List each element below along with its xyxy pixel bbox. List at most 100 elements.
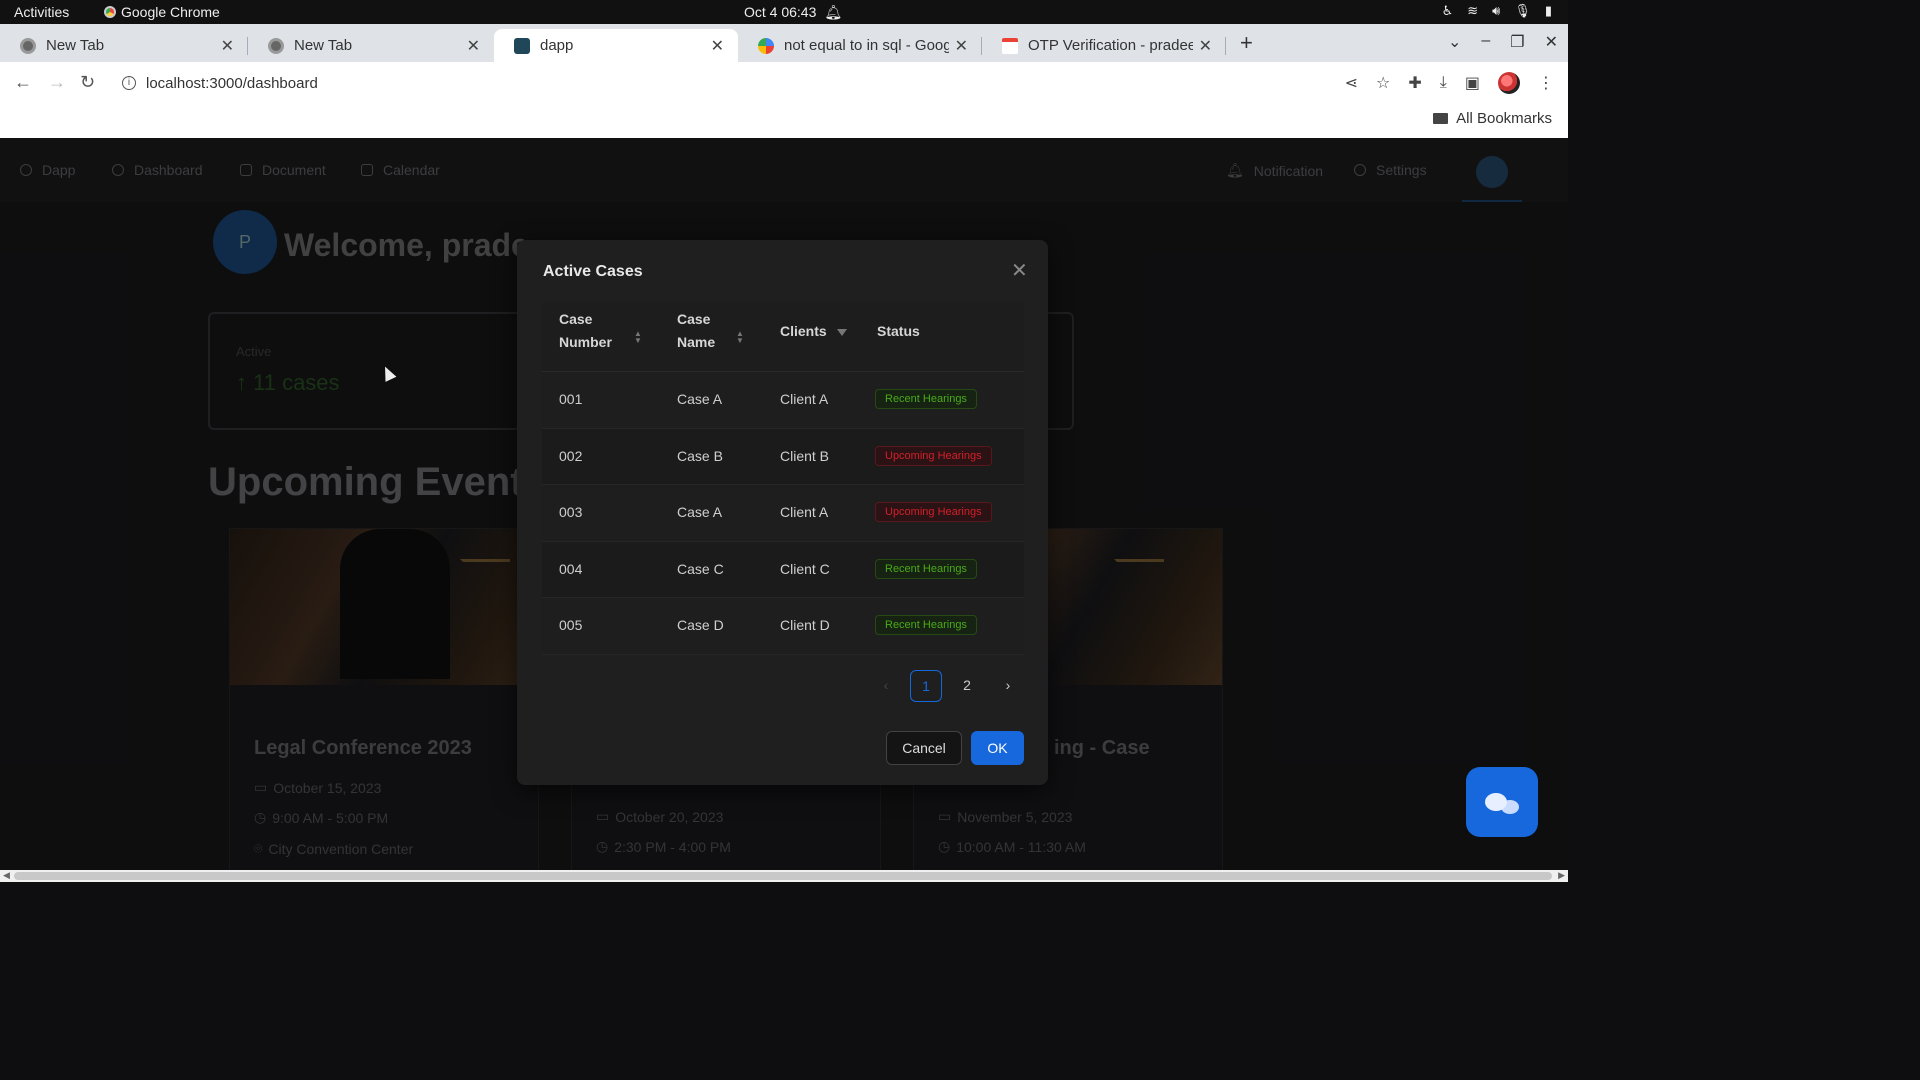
modal-title: Active Cases (543, 263, 643, 280)
close-icon[interactable]: ✕ (221, 36, 234, 56)
back-icon[interactable]: ← (14, 72, 32, 93)
tab-label: dapp (540, 37, 574, 54)
clock-text: Oct 4 06:43 (744, 4, 817, 20)
ok-button[interactable]: OK (971, 731, 1024, 765)
page-1-button[interactable]: 1 (910, 670, 942, 702)
tab-search-icon[interactable]: ⌄ (1448, 32, 1461, 52)
browser-tab-2[interactable]: New Tab ✕ (248, 29, 494, 62)
cell-case-name: Case B (677, 447, 723, 464)
window-controls: ⌄ – ❐ ✕ (1448, 32, 1558, 52)
browser-tab-3[interactable]: dapp ✕ (494, 29, 738, 62)
app-menu[interactable]: Google Chrome (104, 4, 220, 20)
status-badge: Recent Hearings (875, 389, 977, 409)
menu-icon[interactable]: ⋮ (1538, 73, 1554, 93)
browser-tab-4[interactable]: not equal to in sql - Goog ✕ (738, 29, 982, 62)
cell-client: Client B (780, 447, 830, 464)
cell-client: Client A (780, 391, 829, 407)
cell-case-number: 002 (559, 447, 583, 464)
browser-tab-1[interactable]: New Tab ✕ (0, 29, 248, 62)
page-2-button[interactable]: 2 (951, 670, 983, 702)
battery-icon: ▮ (1544, 3, 1552, 18)
prev-page-button[interactable]: ‹ (870, 670, 902, 702)
toolbar-actions: ⋖ ☆ ✚ ⤓ ▣ ⋮ (1345, 72, 1554, 94)
mic-icon: 🎙︎ (1514, 3, 1531, 18)
close-icon[interactable]: ✕ (1011, 258, 1028, 283)
filter-icon[interactable] (837, 329, 847, 336)
table-body: 001 Case A Client A Recent Hearings 002 … (542, 372, 1024, 655)
extensions-icon[interactable]: ✚ (1408, 73, 1421, 93)
browser-toolbar: ← → ↻ i localhost:3000/dashboard ⋖ ☆ ✚ ⤓… (0, 62, 1568, 102)
tab-label: not equal to in sql - Goog (784, 37, 949, 54)
close-icon[interactable]: ✕ (711, 36, 724, 56)
cell-case-number: 004 (559, 560, 583, 577)
table-row[interactable]: 002 Case B Client B Upcoming Hearings (542, 428, 1024, 486)
table-row[interactable]: 004 Case C Client C Recent Hearings (542, 541, 1024, 599)
next-page-button[interactable]: › (992, 670, 1024, 702)
close-icon[interactable]: ✕ (955, 36, 968, 56)
active-cases-modal: Active Cases ✕ Case Number ▲ ▼ Case Name ▲ ▼… (517, 240, 1048, 785)
col-case-name[interactable]: Case Name (677, 308, 715, 354)
profile-avatar[interactable] (1498, 72, 1520, 94)
restore-icon[interactable]: ❐ (1510, 32, 1524, 52)
sort-icon[interactable]: ▲ ▼ (634, 330, 642, 345)
cell-case-number: 003 (559, 504, 583, 521)
browser-tab-5[interactable]: OTP Verification - pradee ✕ (982, 29, 1226, 62)
os-top-bar: Activities Google Chrome Oct 4 06:43 🔔︎ … (0, 0, 1568, 24)
tab-label: OTP Verification - pradee (1028, 37, 1193, 54)
volume-icon: 🔊︎ (1492, 3, 1501, 18)
new-tab-button[interactable]: + (1240, 30, 1253, 56)
url-text: localhost:3000/dashboard (146, 74, 318, 92)
cell-case-number: 005 (559, 617, 583, 634)
chat-icon (1485, 793, 1507, 811)
clock[interactable]: Oct 4 06:43 🔔︎ (744, 4, 842, 21)
close-icon[interactable]: ✕ (1199, 36, 1212, 56)
close-window-icon[interactable]: ✕ (1545, 32, 1558, 52)
minimize-icon[interactable]: – (1481, 32, 1490, 52)
gmail-icon (1002, 37, 1018, 54)
bell-icon: 🔔︎ (824, 4, 843, 20)
sort-icon[interactable]: ▲ ▼ (736, 330, 744, 345)
download-icon[interactable]: ⤓ (1440, 74, 1447, 92)
wifi-icon: ≋ (1467, 3, 1479, 18)
status-badge: Upcoming Hearings (875, 502, 992, 523)
activities-button[interactable]: Activities (14, 4, 69, 20)
address-bar[interactable]: i localhost:3000/dashboard (112, 68, 1402, 98)
cancel-button[interactable]: Cancel (886, 731, 962, 765)
table-row[interactable]: 001 Case A Client A Recent Hearings (542, 372, 1024, 429)
table-row[interactable]: 005 Case D Client D Recent Hearings (542, 598, 1024, 655)
all-bookmarks-label: All Bookmarks (1456, 110, 1552, 127)
system-tray[interactable]: ♿︎ ≋ 🔊︎ 🎙︎ ▮ (1442, 3, 1552, 19)
close-icon[interactable]: ✕ (467, 36, 480, 56)
col-case-number[interactable]: Case Number (559, 308, 612, 354)
bookmark-star-icon[interactable]: ☆ (1376, 73, 1390, 93)
info-icon[interactable]: i (122, 76, 136, 90)
cell-case-name: Case A (677, 391, 723, 407)
tab-label: New Tab (294, 37, 353, 54)
scroll-thumb[interactable] (14, 872, 1552, 880)
col-clients[interactable]: Clients (780, 320, 827, 343)
cell-case-name: Case C (677, 560, 724, 577)
table-row[interactable]: 003 Case A Client A Upcoming Hearings (542, 485, 1024, 542)
bookmarks-bar: All Bookmarks (0, 102, 1568, 138)
cell-client: Client C (780, 560, 830, 577)
app-name: Google Chrome (121, 4, 220, 20)
cell-client: Client A (780, 504, 829, 521)
cell-case-name: Case A (677, 504, 723, 521)
scroll-right-icon[interactable]: ▶ (1558, 870, 1565, 881)
chat-button[interactable] (1466, 767, 1538, 837)
reload-icon[interactable]: ↻ (80, 72, 95, 93)
side-panel-icon[interactable]: ▣ (1465, 73, 1480, 93)
all-bookmarks-button[interactable]: All Bookmarks (1433, 110, 1552, 127)
table-header: Case Number ▲ ▼ Case Name ▲ ▼ Clients Status (542, 302, 1024, 372)
status-badge: Recent Hearings (875, 558, 977, 579)
cell-case-number: 001 (559, 391, 583, 407)
react-icon (514, 37, 530, 54)
horizontal-scrollbar[interactable]: ◀ ▶ (0, 870, 1568, 882)
scroll-left-icon[interactable]: ◀ (3, 870, 10, 881)
folder-icon (1433, 113, 1449, 124)
google-icon (758, 37, 774, 54)
forward-icon[interactable]: → (48, 72, 66, 93)
status-badge: Upcoming Hearings (875, 445, 992, 466)
share-icon[interactable]: ⋖ (1345, 73, 1358, 93)
cell-case-name: Case D (677, 617, 724, 634)
